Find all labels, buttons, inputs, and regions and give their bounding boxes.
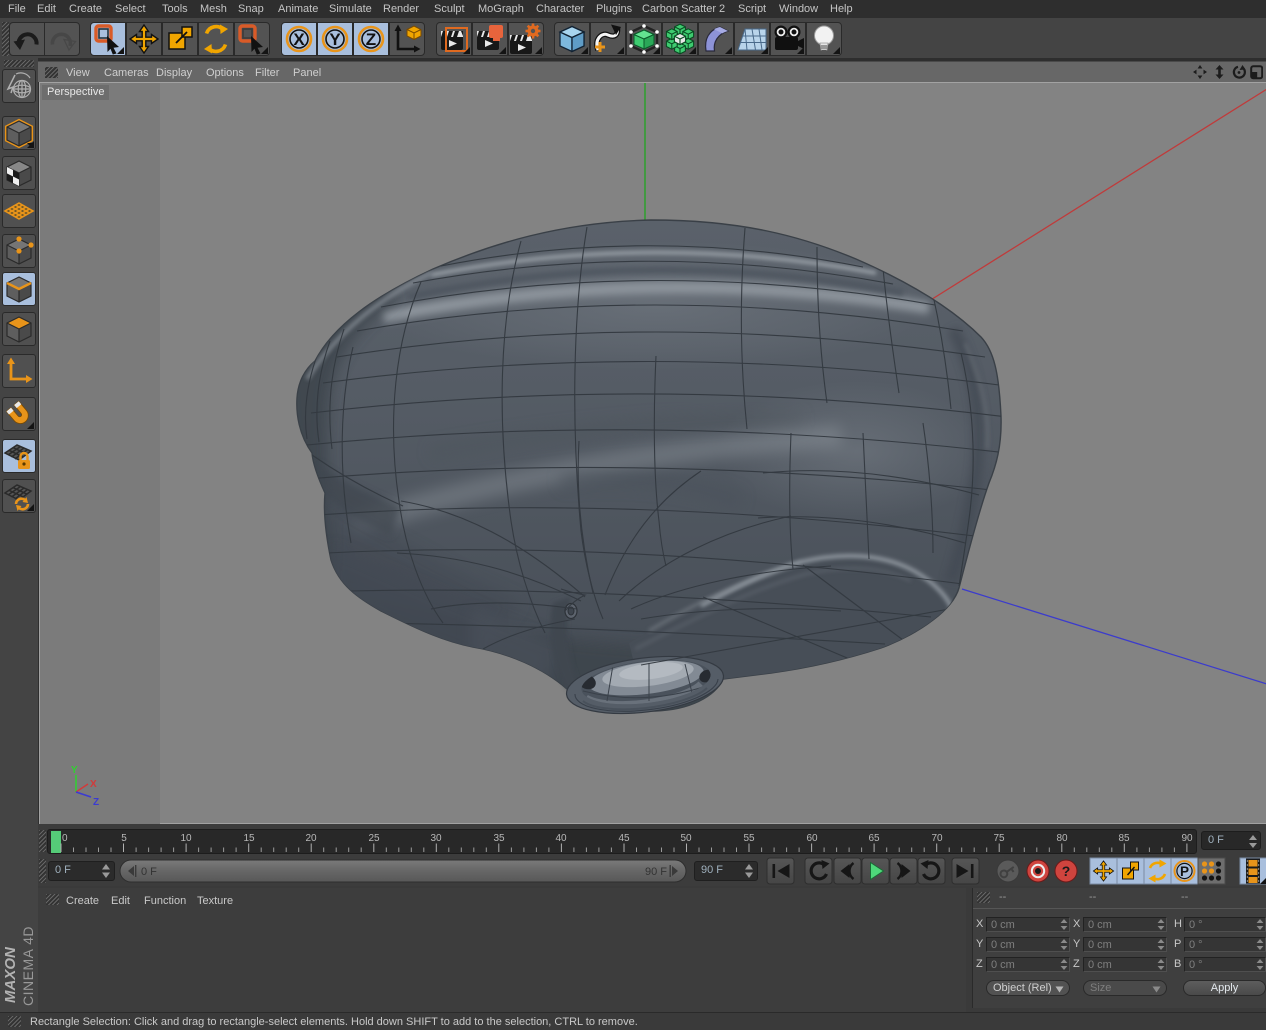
svg-text:85: 85 — [1118, 833, 1130, 844]
svg-text:65: 65 — [868, 833, 880, 844]
svg-text:5: 5 — [121, 833, 127, 844]
svg-text:20: 20 — [305, 833, 317, 844]
svg-text:75: 75 — [993, 833, 1005, 844]
svg-text:40: 40 — [555, 833, 567, 844]
svg-text:P: P — [1180, 864, 1189, 879]
svg-text:?: ? — [1062, 863, 1071, 879]
svg-text:0: 0 — [62, 833, 68, 844]
svg-text:80: 80 — [1056, 833, 1068, 844]
svg-text:Y: Y — [329, 30, 341, 49]
svg-text:25: 25 — [368, 833, 380, 844]
svg-text:0 F: 0 F — [141, 866, 157, 878]
svg-text:90: 90 — [1181, 833, 1193, 844]
svg-text:15: 15 — [243, 833, 255, 844]
svg-text:45: 45 — [618, 833, 630, 844]
svg-text:70: 70 — [931, 833, 943, 844]
svg-text:35: 35 — [493, 833, 505, 844]
svg-text:Z: Z — [93, 797, 99, 808]
svg-text:X: X — [90, 779, 97, 790]
svg-text:X: X — [293, 30, 305, 49]
svg-text:Y: Y — [71, 765, 78, 776]
svg-text:10: 10 — [180, 833, 192, 844]
svg-text:50: 50 — [680, 833, 692, 844]
svg-text:60: 60 — [806, 833, 818, 844]
svg-text:Z: Z — [366, 30, 376, 49]
svg-text:30: 30 — [430, 833, 442, 844]
svg-text:55: 55 — [743, 833, 755, 844]
svg-text:90 F: 90 F — [645, 866, 667, 878]
